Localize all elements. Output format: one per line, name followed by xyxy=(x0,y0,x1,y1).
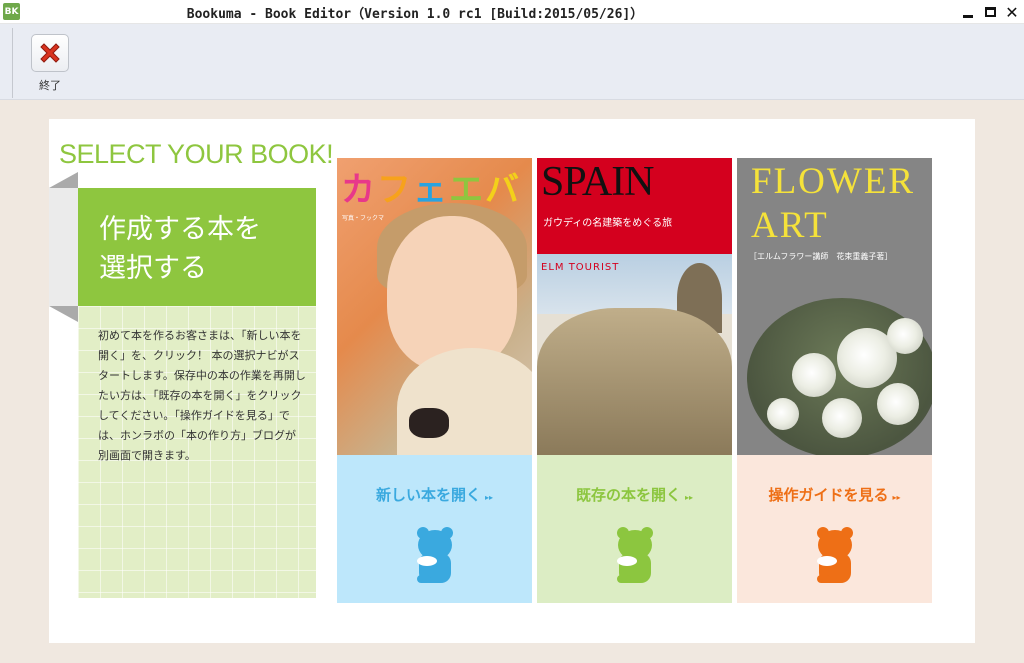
description-box: 初めて本を作るお客さまは、「新しい本を 開く」を、クリック！ 本の選択ナビがスタ… xyxy=(78,306,316,598)
bear-mascot-icon xyxy=(817,527,853,583)
instruction-card: 作成する本を 選択する xyxy=(78,188,316,306)
cover-photo-rose xyxy=(877,383,919,425)
cafe-book-cover[interactable]: カフェエバ 写真・フックマ xyxy=(337,158,532,455)
spain-book-cover[interactable]: SPAIN ガウディの名建築をめぐる旅 ELM TOURIST xyxy=(537,158,732,455)
close-icon[interactable]: ✕ xyxy=(1002,2,1022,22)
new-book-button[interactable]: 新しい本を開く ▸▸ xyxy=(337,455,532,603)
new-book-option[interactable]: カフェエバ 写真・フックマ 新しい本を開く ▸▸ xyxy=(337,158,532,603)
guide-label[interactable]: 操作ガイドを見る ▸▸ xyxy=(737,484,932,505)
exit-label: 終了 xyxy=(39,79,61,92)
cover-photo-rose xyxy=(792,353,836,397)
cover-subtitle: ガウディの名建築をめぐる旅 xyxy=(543,218,673,229)
open-book-label[interactable]: 既存の本を開く ▸▸ xyxy=(537,484,732,505)
cover-subtitle: 写真・フックマ xyxy=(342,215,385,222)
bear-mascot-icon xyxy=(417,527,453,583)
toolbar-separator xyxy=(12,28,13,98)
cover-title: SPAIN xyxy=(541,159,655,205)
cover-photo-dog-nose xyxy=(409,408,449,438)
guide-option[interactable]: FLOWER ART ［エルムフラワー講師 花束重義子著］ 操作ガイドを見る ▸▸ xyxy=(737,158,932,603)
cover-brand: ELM TOURIST xyxy=(541,262,620,273)
cover-photo-rose xyxy=(767,398,799,430)
toolbar: 終了 xyxy=(0,24,1024,100)
cover-photo-building xyxy=(537,308,732,455)
bear-mascot-icon xyxy=(617,527,653,583)
book-select-panel: SELECT YOUR BOOK! 作成する本を 選択する 初めて本を作るお客さま… xyxy=(49,119,975,643)
guide-text: 操作ガイドを見る xyxy=(768,486,889,504)
ribbon-fold xyxy=(49,188,78,306)
instruction-title: 作成する本を 選択する xyxy=(99,214,261,284)
ribbon-fold-top xyxy=(49,172,78,188)
cover-photo-face xyxy=(387,216,517,371)
window-title: Bookuma - Book Editor（Version 1.0 rc1 [B… xyxy=(186,7,644,22)
arrow-right-icon: ▸▸ xyxy=(684,493,694,502)
flower-book-cover[interactable]: FLOWER ART ［エルムフラワー講師 花束重義子著］ xyxy=(737,158,932,455)
arrow-right-icon: ▸▸ xyxy=(892,493,901,502)
exit-button[interactable]: 終了 xyxy=(25,32,75,96)
arrow-right-icon: ▸▸ xyxy=(484,493,494,502)
maximize-icon[interactable] xyxy=(980,2,1000,22)
cover-photo-rose xyxy=(887,318,923,354)
open-book-button[interactable]: 既存の本を開く ▸▸ xyxy=(537,455,732,603)
minimize-icon[interactable] xyxy=(958,2,978,22)
cover-subtitle: ［エルムフラワー講師 花束重義子著］ xyxy=(749,252,893,261)
red-x-icon xyxy=(31,34,69,72)
new-book-text: 新しい本を開く xyxy=(375,486,481,504)
title-bar: BK Bookuma - Book Editor（Version 1.0 rc1… xyxy=(0,0,1024,24)
cover-title: FLOWER ART xyxy=(751,161,916,246)
ribbon-fold-bottom xyxy=(49,306,78,322)
description-text: 初めて本を作るお客さまは、「新しい本を 開く」を、クリック！ 本の選択ナビがスタ… xyxy=(98,329,306,462)
open-book-option[interactable]: SPAIN ガウディの名建築をめぐる旅 ELM TOURIST 既存の本を開く ▸… xyxy=(537,158,732,603)
cover-photo-rose xyxy=(822,398,862,438)
page-title: SELECT YOUR BOOK! xyxy=(59,139,334,169)
workspace: SELECT YOUR BOOK! 作成する本を 選択する 初めて本を作るお客さま… xyxy=(0,100,1024,663)
open-book-text: 既存の本を開く xyxy=(575,486,681,504)
guide-button[interactable]: 操作ガイドを見る ▸▸ xyxy=(737,455,932,603)
new-book-label[interactable]: 新しい本を開く ▸▸ xyxy=(337,484,532,505)
cover-title: カフェエバ xyxy=(341,170,521,210)
